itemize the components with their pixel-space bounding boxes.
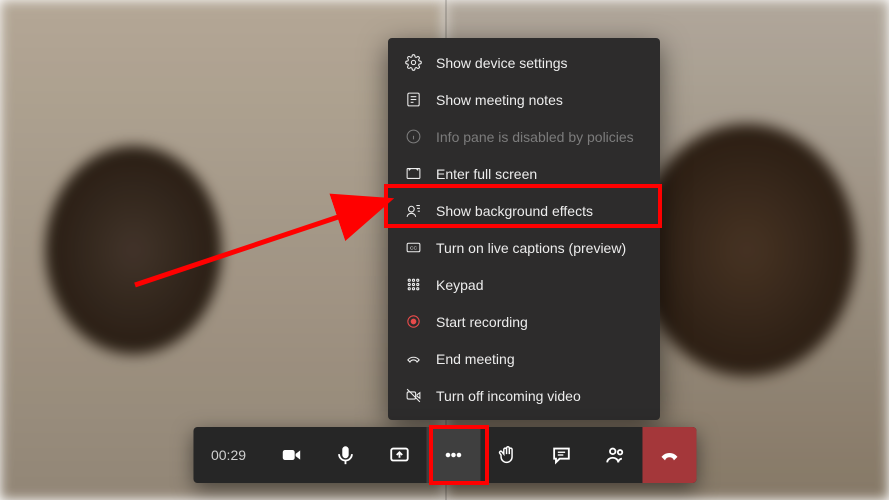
menu-item-label: Show background effects — [436, 203, 593, 219]
record-icon — [404, 313, 422, 331]
menu-item-label: End meeting — [436, 351, 515, 367]
menu-item-label: Keypad — [436, 277, 483, 293]
raise-hand-button[interactable] — [480, 427, 534, 483]
info-icon — [404, 128, 422, 146]
share-screen-button[interactable] — [372, 427, 426, 483]
menu-item-label: Turn on live captions (preview) — [436, 240, 626, 256]
menu-fullscreen[interactable]: Enter full screen — [388, 155, 660, 192]
menu-item-label: Start recording — [436, 314, 528, 330]
notes-icon — [404, 91, 422, 109]
video-participant-1 — [0, 0, 445, 500]
menu-item-label: Turn off incoming video — [436, 388, 581, 404]
call-timer: 00:29 — [193, 447, 264, 463]
video-off-icon — [404, 387, 422, 405]
participants-button[interactable] — [588, 427, 642, 483]
menu-end-meeting[interactable]: End meeting — [388, 340, 660, 377]
meeting-toolbar: 00:29 — [193, 427, 696, 483]
menu-device-settings[interactable]: Show device settings — [388, 44, 660, 81]
svg-text:CC: CC — [409, 246, 417, 252]
menu-meeting-notes[interactable]: Show meeting notes — [388, 81, 660, 118]
menu-live-captions[interactable]: CC Turn on live captions (preview) — [388, 229, 660, 266]
keypad-icon — [404, 276, 422, 294]
menu-keypad[interactable]: Keypad — [388, 266, 660, 303]
cc-icon: CC — [404, 239, 422, 257]
background-effects-icon — [404, 202, 422, 220]
camera-toggle-button[interactable] — [264, 427, 318, 483]
menu-item-label: Show meeting notes — [436, 92, 563, 108]
mic-toggle-button[interactable] — [318, 427, 372, 483]
menu-item-label: Enter full screen — [436, 166, 537, 182]
menu-item-label: Info pane is disabled by policies — [436, 129, 634, 145]
more-actions-button[interactable] — [426, 427, 480, 483]
fullscreen-icon — [404, 165, 422, 183]
end-meeting-icon — [404, 350, 422, 368]
menu-background-effects[interactable]: Show background effects — [388, 192, 660, 229]
chat-button[interactable] — [534, 427, 588, 483]
menu-turn-off-incoming-video[interactable]: Turn off incoming video — [388, 377, 660, 414]
menu-info-pane-disabled: Info pane is disabled by policies — [388, 118, 660, 155]
menu-start-recording[interactable]: Start recording — [388, 303, 660, 340]
menu-item-label: Show device settings — [436, 55, 568, 71]
more-actions-menu: Show device settings Show meeting notes … — [388, 38, 660, 420]
hangup-button[interactable] — [642, 427, 696, 483]
gear-icon — [404, 54, 422, 72]
